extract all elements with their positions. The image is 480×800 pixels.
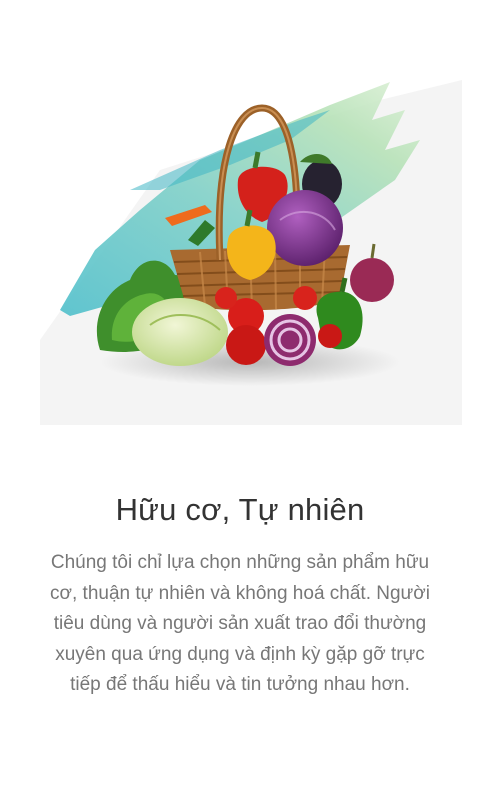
lettuce-head xyxy=(132,298,228,366)
onboarding-screen: Hữu cơ, Tự nhiên Chúng tôi chỉ lựa chọn … xyxy=(0,0,480,800)
page-title: Hữu cơ, Tự nhiên xyxy=(115,492,365,527)
page-description: Chúng tôi chỉ lựa chọn những sản phẩm hữ… xyxy=(50,552,430,695)
purple-cabbage xyxy=(267,190,343,266)
vegetable-basket-illustration xyxy=(0,40,480,440)
